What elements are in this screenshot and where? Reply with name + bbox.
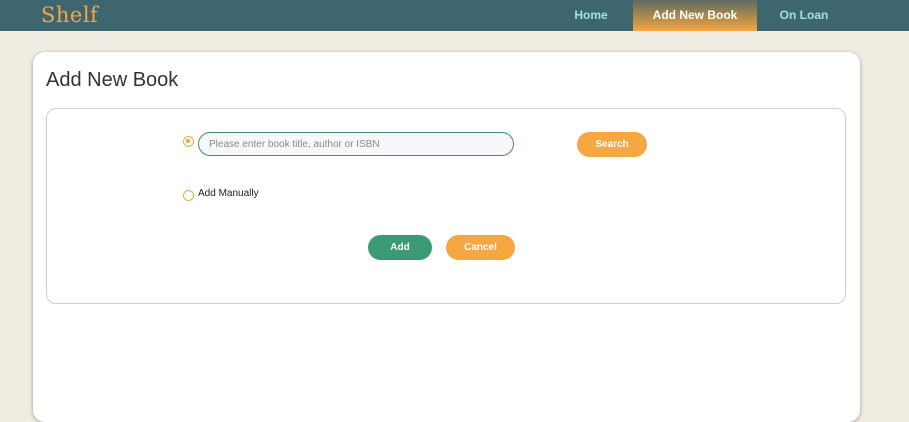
page-title: Add New Book [46, 69, 179, 91]
nav-add-new-book-link[interactable]: Add New Book [633, 0, 757, 31]
add-book-form: Search Add Manually Add Cancel [46, 108, 846, 304]
nav-on-loan-link[interactable]: On Loan [775, 0, 833, 31]
add-manually-radio[interactable] [183, 190, 194, 201]
add-button[interactable]: Add [368, 235, 432, 260]
cancel-button[interactable]: Cancel [446, 235, 515, 260]
search-button[interactable]: Search [577, 132, 647, 157]
nav-home-link[interactable]: Home [566, 0, 616, 31]
shelf-logo[interactable]: Shelf [41, 3, 98, 27]
search-option-radio[interactable] [183, 136, 194, 147]
add-manually-label[interactable]: Add Manually [198, 188, 259, 199]
top-navbar: Shelf Home Add New Book On Loan [0, 0, 909, 31]
add-book-card: Add New Book Search Add Manually Add Can… [33, 52, 860, 422]
book-search-input[interactable] [198, 132, 514, 156]
